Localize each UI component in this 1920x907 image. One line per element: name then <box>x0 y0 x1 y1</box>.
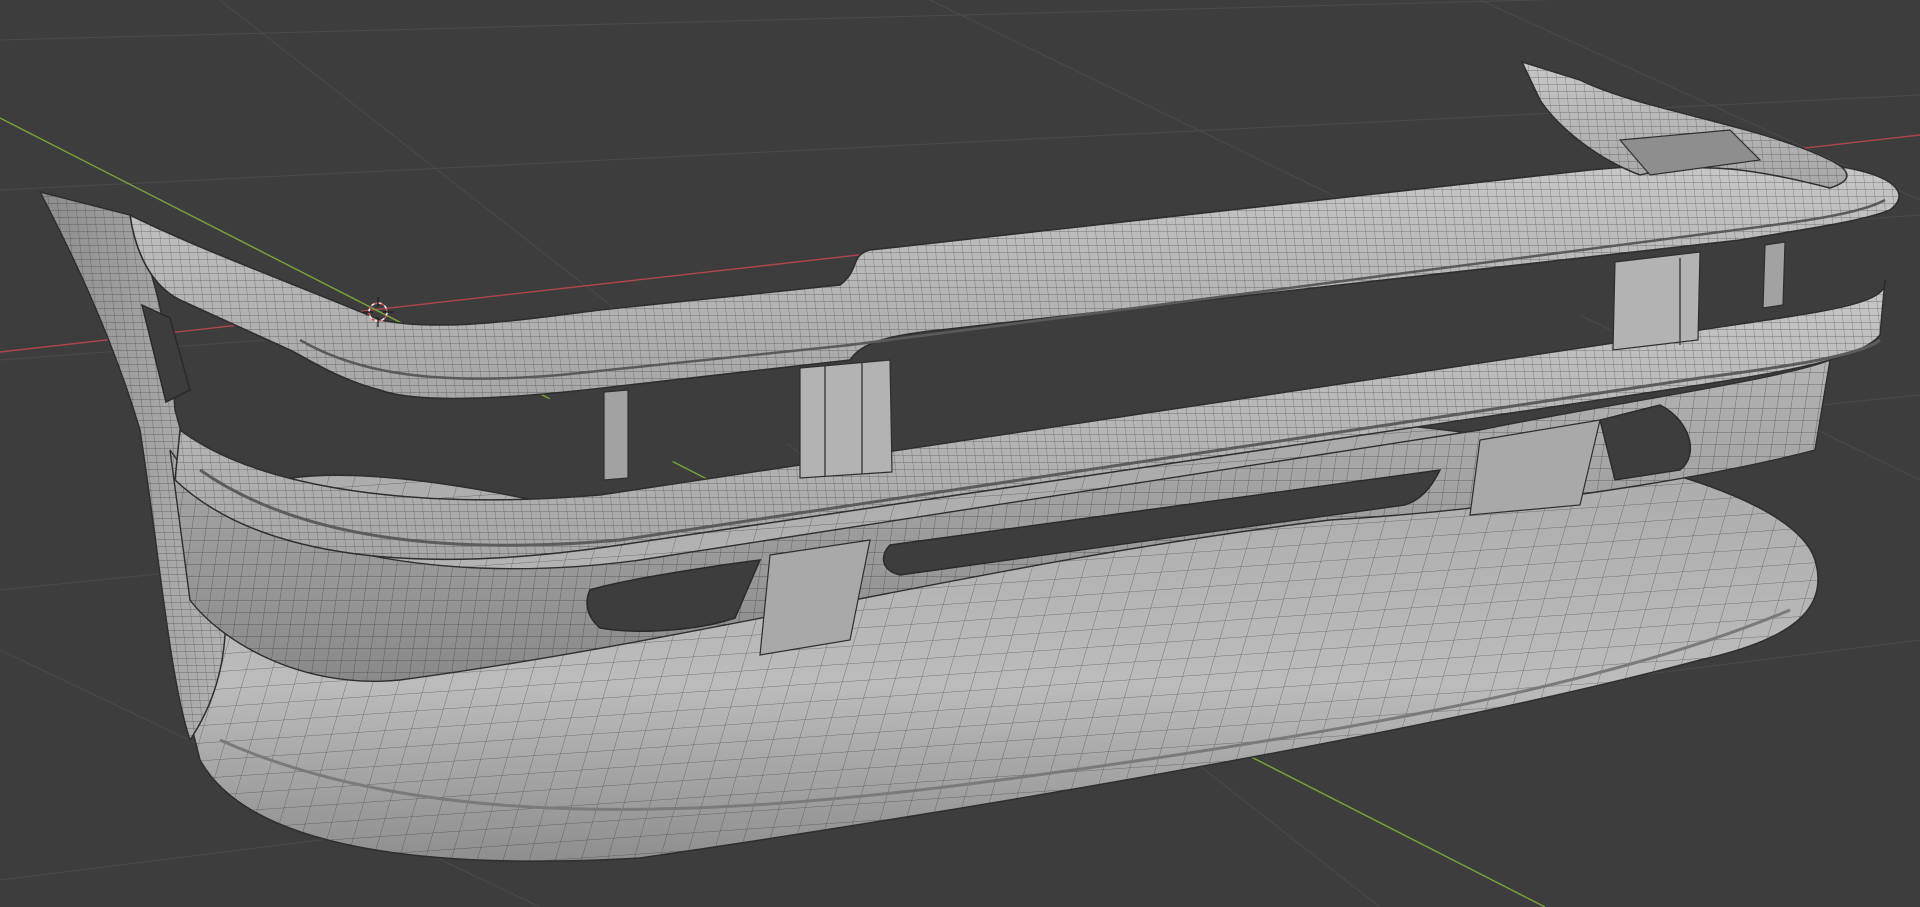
post-right <box>1612 251 1701 351</box>
post-left-thin <box>603 389 629 481</box>
post-far-right <box>1762 241 1786 309</box>
3d-viewport[interactable] <box>0 0 1920 907</box>
bumper-mesh[interactable] <box>38 60 1900 862</box>
post-center <box>799 359 893 479</box>
viewport-canvas[interactable] <box>0 0 1920 907</box>
